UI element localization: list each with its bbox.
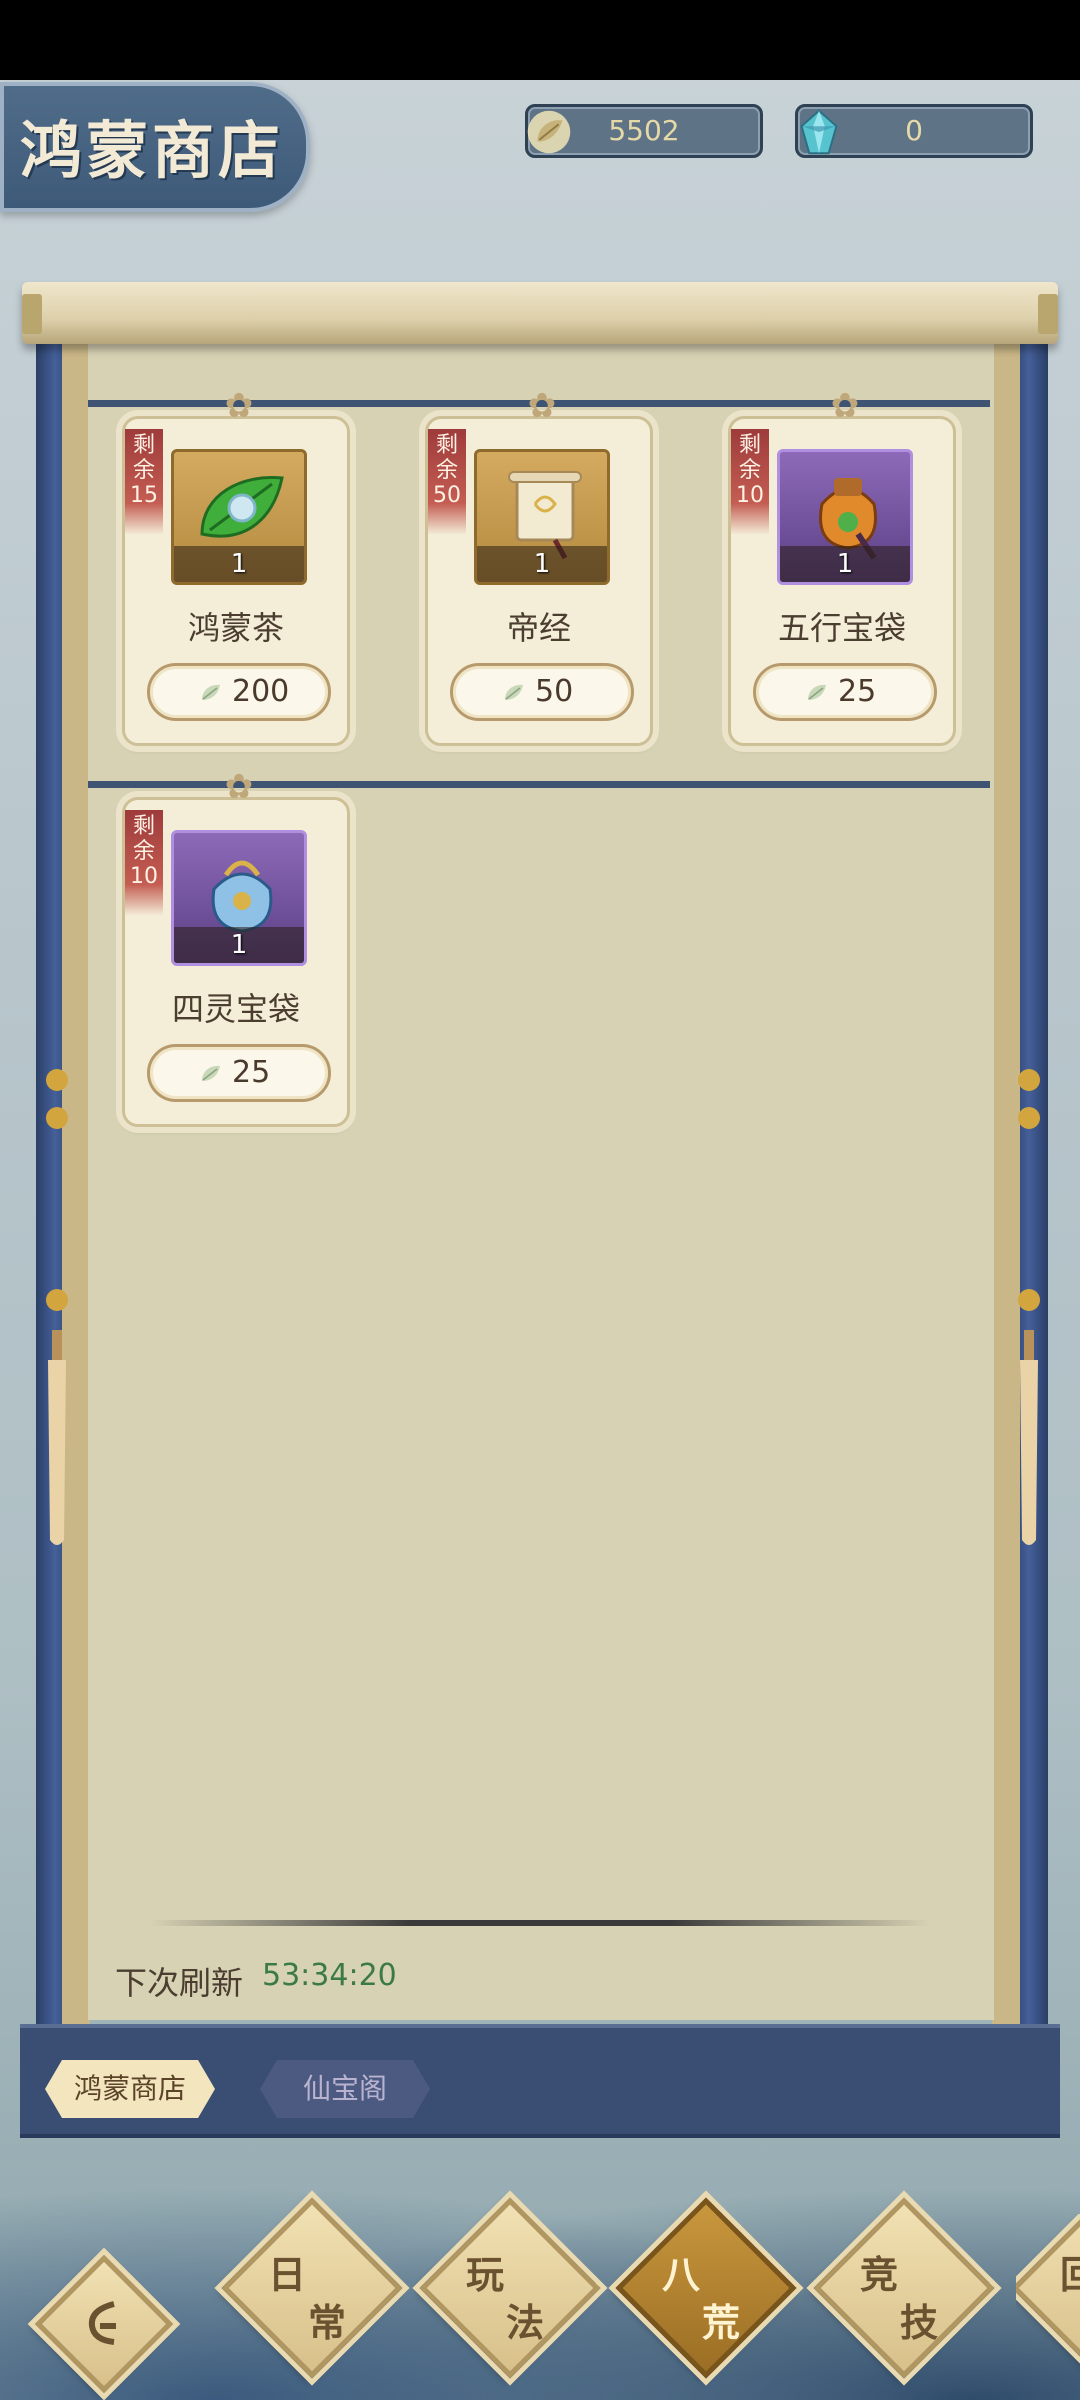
item-quantity: 1 (230, 549, 248, 579)
item-quantity: 1 (230, 930, 248, 960)
jade-leaf-icon (202, 1065, 220, 1081)
item-icon-frame: 1 (777, 449, 913, 585)
price-amount: 200 (232, 674, 290, 709)
price-amount: 25 (838, 674, 877, 709)
tab-hongmeng-shop[interactable]: 鸿蒙商店 (45, 2060, 215, 2118)
shop-item-card[interactable]: ✿ 剩余 50 1 帝经 50 (425, 389, 653, 746)
jade-leaf-icon (505, 684, 523, 700)
item-name: 帝经 (506, 609, 571, 647)
item-quantity: 1 (533, 549, 551, 579)
status-bar (0, 0, 1080, 80)
jade-leaf-icon (202, 684, 220, 700)
knot-ornament-icon: ✿ (224, 386, 254, 426)
nav-play-label: 玩法 (466, 2252, 545, 2345)
gem-currency-display[interactable]: 0 (795, 104, 1033, 158)
buy-button[interactable]: 50 (450, 663, 634, 721)
item-name: 五行宝袋 (777, 609, 906, 647)
refresh-label: 下次刷新 (115, 1964, 244, 2002)
back-arrow-icon (88, 2301, 116, 2345)
jade-amount: 5502 (608, 114, 680, 147)
item-quantity: 1 (836, 549, 854, 579)
tassel-right-icon (1018, 1069, 1040, 1545)
page-title: 鸿蒙商店 (20, 114, 285, 187)
buy-button[interactable]: 200 (147, 663, 331, 721)
nav-return-partial[interactable]: 回 (1016, 2214, 1080, 2374)
item-icon-frame: 1 (171, 449, 307, 585)
knot-ornament-icon: ✿ (224, 767, 254, 807)
nav-bahuang-label: 八荒 (662, 2252, 741, 2345)
item-icon-frame: 1 (474, 449, 610, 585)
price-amount: 25 (232, 1055, 271, 1090)
buy-button[interactable]: 25 (147, 1044, 331, 1102)
item-icon-frame: 1 (171, 830, 307, 966)
gem-amount: 0 (905, 114, 923, 147)
buy-button[interactable]: 25 (753, 663, 937, 721)
tassel-left-icon (46, 1069, 68, 1545)
remaining-tag: 剩余 15 (125, 429, 163, 535)
knot-ornament-icon: ✿ (527, 386, 557, 426)
remaining-tag: 剩余 50 (428, 429, 466, 535)
nav-arena-label: 竞技 (860, 2252, 939, 2345)
scroll-top-roller (22, 282, 1058, 344)
price-amount: 50 (535, 674, 574, 709)
item-name: 鸿蒙茶 (187, 609, 284, 647)
nav-daily-label: 日常 (268, 2252, 347, 2345)
jade-leaf-icon (808, 684, 826, 700)
knot-ornament-icon: ✿ (830, 386, 860, 426)
item-name: 四灵宝袋 (171, 990, 300, 1028)
shop-tab-bar: 鸿蒙商店 仙宝阁 (20, 2024, 1060, 2138)
jade-currency-display[interactable]: 5502 (525, 104, 763, 158)
roller-cap-left (22, 294, 42, 334)
remaining-tag: 剩余 10 (731, 429, 769, 535)
refresh-countdown: 53:34:20 (262, 1958, 397, 1993)
tab-xianbao-pavilion[interactable]: 仙宝阁 (260, 2060, 430, 2118)
shop-item-card[interactable]: ✿ 剩余 10 1 五行宝袋 25 (728, 389, 956, 746)
shop-item-card[interactable]: ✿ 剩余 15 1 鸿蒙茶 200 (122, 389, 350, 746)
roller-cap-right (1038, 294, 1058, 334)
scroll-bottom-rod (150, 1920, 930, 1926)
remaining-tag: 剩余 10 (125, 810, 163, 916)
shop-item-card[interactable]: ✿ 剩余 10 1 四灵宝袋 25 (122, 770, 350, 1127)
